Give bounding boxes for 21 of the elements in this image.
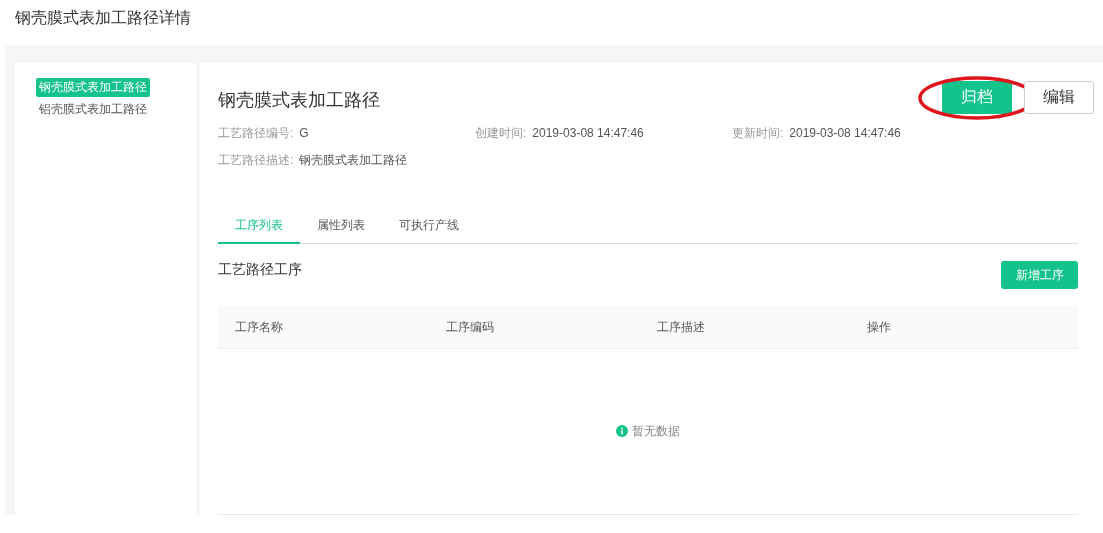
sidebar-item[interactable]: 铝壳膜式表加工路径 <box>36 100 150 119</box>
field-label: 工艺路径描述: <box>218 153 294 168</box>
tab[interactable]: 可执行产线 <box>382 212 476 244</box>
column-header: 操作 <box>867 318 893 336</box>
column-header: 工序编码 <box>445 318 495 336</box>
field-value: 2019-03-08 14:47:46 <box>532 126 644 141</box>
edit-button[interactable]: 编辑 <box>1024 80 1094 114</box>
info-icon <box>616 425 628 438</box>
route-title: 钢壳膜式表加工路径 <box>218 89 380 113</box>
tab[interactable]: 属性列表 <box>300 212 382 244</box>
empty-text: 暂无数据 <box>632 422 680 440</box>
section-title: 工艺路径工序 <box>218 261 302 280</box>
page-title: 钢壳膜式表加工路径详情 <box>14 8 192 28</box>
field-label: 更新时间: <box>732 126 784 141</box>
column-header: 工序名称 <box>235 318 284 336</box>
column-header: 工序描述 <box>656 318 706 336</box>
field-label: 创建时间: <box>475 126 527 141</box>
field-label: 工艺路径编号: <box>218 126 294 141</box>
field-value: 钢壳膜式表加工路径 <box>299 153 408 168</box>
field-value: 2019-03-08 14:47:46 <box>789 126 901 141</box>
field-value: G <box>299 126 309 141</box>
